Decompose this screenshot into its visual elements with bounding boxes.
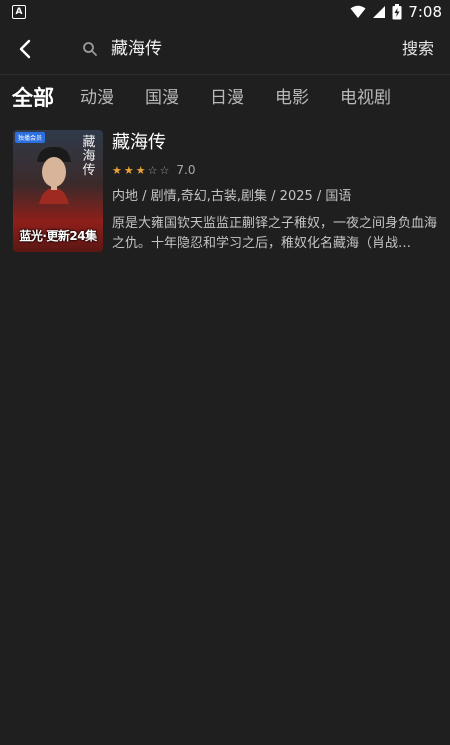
tab-all[interactable]: 全部 <box>12 80 54 116</box>
poster-caption: 蓝光·更新24集 <box>19 229 97 243</box>
star-filled-icon: ★ <box>112 163 122 177</box>
poster-badge: 独播会员 <box>15 132 46 143</box>
header-divider <box>0 74 450 75</box>
result-description: 原是大雍国钦天监监正蒯铎之子稚奴，一夜之间身负血海之仇。十年隐忍和学习之后，稚奴… <box>112 216 437 251</box>
signal-icon <box>373 6 386 18</box>
search-header: 藏海传 搜索 <box>0 26 450 72</box>
category-tabs: 全部 动漫 国漫 日漫 电影 电视剧 <box>0 80 450 116</box>
status-bar: A 7:08 <box>0 0 450 24</box>
rating: ★ ★ ★ ☆ ☆ 7.0 <box>112 162 437 178</box>
result-item[interactable]: 独播会员 藏海传 蓝光·更新24集 藏海传 ★ ★ ★ ☆ ☆ 7.0 内地 /… <box>13 130 437 254</box>
poster-figure <box>37 146 71 204</box>
star-empty-icon: ☆ <box>159 163 170 177</box>
poster-calligraphy: 藏海传 <box>82 135 96 178</box>
search-button[interactable]: 搜索 <box>402 37 434 61</box>
tab-japanese-anime[interactable]: 日漫 <box>210 80 244 116</box>
tab-chinese-anime[interactable]: 国漫 <box>145 80 179 116</box>
result-info: 藏海传 ★ ★ ★ ☆ ☆ 7.0 内地 / 剧情,奇幻,古装,剧集 / 202… <box>112 130 437 254</box>
app-notification-icon: A <box>12 5 26 19</box>
status-time: 7:08 <box>408 3 442 21</box>
battery-icon <box>392 4 402 20</box>
search-input[interactable]: 藏海传 <box>111 37 162 61</box>
tab-anime[interactable]: 动漫 <box>80 80 114 116</box>
star-filled-icon: ★ <box>123 163 134 177</box>
result-meta: 内地 / 剧情,奇幻,古装,剧集 / 2025 / 国语 <box>112 189 352 204</box>
star-filled-icon: ★ <box>135 163 146 177</box>
status-right: 7:08 <box>350 3 442 21</box>
wifi-icon <box>350 5 366 18</box>
status-left: A <box>12 5 26 19</box>
tab-movie[interactable]: 电影 <box>275 80 309 116</box>
search-icon <box>83 42 97 56</box>
tab-tv-series[interactable]: 电视剧 <box>340 80 391 116</box>
chevron-left-icon[interactable] <box>14 37 38 61</box>
star-empty-icon: ☆ <box>147 163 158 177</box>
result-title[interactable]: 藏海传 <box>112 130 437 156</box>
rating-score: 7.0 <box>176 163 196 177</box>
poster-image[interactable]: 独播会员 藏海传 蓝光·更新24集 <box>13 130 103 252</box>
